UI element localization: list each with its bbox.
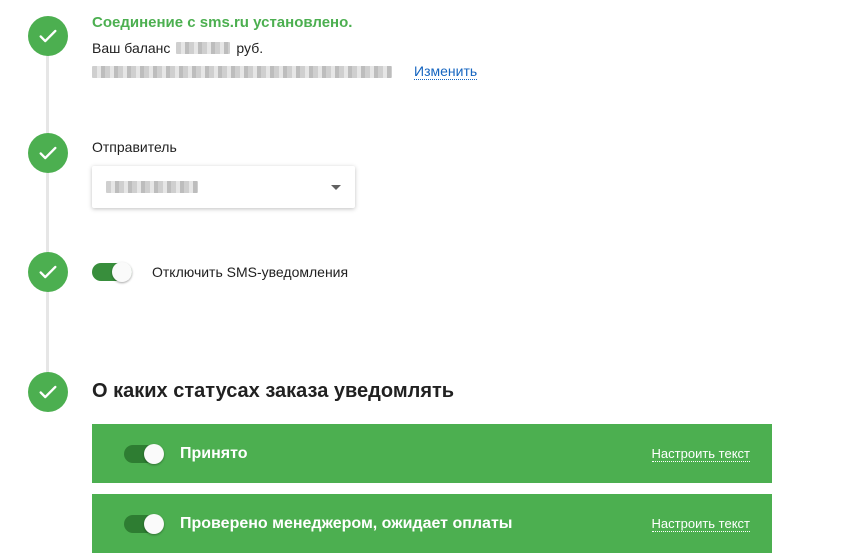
status-card: Проверено менеджером, ожидает оплаты Нас…	[92, 494, 772, 553]
connection-status-title: Соединение с sms.ru установлено.	[92, 14, 353, 31]
chevron-down-icon	[331, 184, 341, 190]
account-info-redacted	[92, 65, 392, 78]
toggle-knob	[144, 513, 164, 534]
configure-text-link[interactable]: Настроить текст	[651, 516, 750, 532]
toggle-knob	[112, 262, 132, 282]
status-toggle[interactable]	[124, 443, 164, 464]
check-icon	[39, 265, 57, 279]
check-icon	[39, 29, 57, 43]
sender-select[interactable]	[92, 166, 355, 208]
statuses-section-title: О каких статусах заказа уведомлять	[92, 380, 455, 402]
sender-label: Отправитель	[92, 139, 177, 155]
status-label: Проверено менеджером, ожидает оплаты	[180, 514, 513, 532]
balance-line: Ваш баланс руб.	[92, 40, 263, 56]
balance-prefix: Ваш баланс	[92, 40, 171, 56]
step-complete-icon	[28, 252, 68, 292]
balance-amount-redacted	[176, 42, 231, 54]
step-complete-icon	[28, 133, 68, 173]
disable-sms-row: Отключить SMS-уведомления	[92, 262, 349, 282]
status-label: Принято	[180, 444, 248, 462]
check-icon	[39, 146, 57, 160]
step-complete-icon	[28, 16, 68, 56]
toggle-knob	[144, 443, 164, 464]
sender-value-redacted	[106, 181, 198, 193]
change-account-link[interactable]: Изменить	[414, 63, 478, 80]
status-card: Принято Настроить текст	[92, 424, 772, 483]
balance-suffix: руб.	[236, 40, 264, 56]
timeline-connector	[46, 36, 49, 376]
account-row: Изменить	[92, 63, 478, 80]
check-icon	[39, 385, 57, 399]
status-toggle[interactable]	[124, 513, 164, 534]
disable-sms-toggle[interactable]	[92, 262, 132, 282]
disable-sms-label: Отключить SMS-уведомления	[152, 264, 349, 280]
configure-text-link[interactable]: Настроить текст	[651, 446, 750, 462]
step-complete-icon	[28, 372, 68, 412]
